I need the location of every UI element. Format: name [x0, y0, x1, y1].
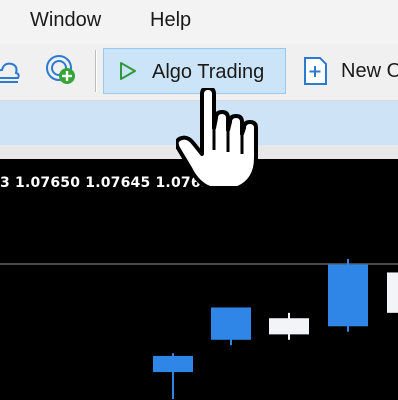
signals-icon[interactable]	[45, 54, 81, 95]
candle-body	[153, 355, 193, 373]
candle-body	[211, 307, 251, 340]
play-icon	[118, 61, 138, 86]
cloud-icon[interactable]	[0, 56, 22, 91]
algo-trading-label: Algo Trading	[152, 61, 265, 83]
toolbar-separator	[95, 50, 97, 92]
candle-body	[269, 318, 309, 335]
menu-bar: Window Help	[0, 0, 398, 44]
hand-cursor-icon	[174, 86, 260, 197]
candle-body	[328, 264, 368, 327]
candle-body	[387, 272, 398, 313]
menu-window[interactable]: Window	[30, 9, 101, 32]
menu-help[interactable]: Help	[150, 9, 191, 32]
new-order-label[interactable]: New O	[341, 60, 398, 83]
new-order-icon[interactable]	[303, 56, 329, 91]
